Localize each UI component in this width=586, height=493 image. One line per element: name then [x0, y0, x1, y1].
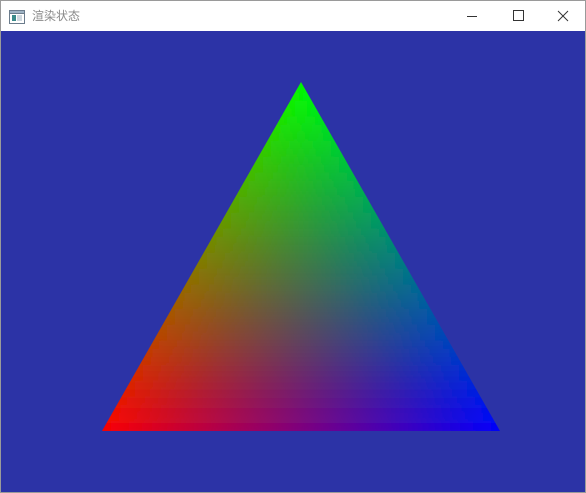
render-scene: [1, 31, 585, 492]
close-icon: [557, 10, 569, 22]
close-button[interactable]: [540, 1, 585, 31]
maximize-icon: [513, 10, 524, 21]
app-window: 渲染状态: [0, 0, 586, 493]
minimize-icon: [467, 16, 477, 17]
app-window-icon[interactable]: [9, 9, 25, 24]
window-title: 渲染状态: [32, 9, 81, 23]
render-viewport[interactable]: [1, 31, 585, 492]
title-bar[interactable]: 渲染状态: [1, 1, 585, 31]
minimize-button[interactable]: [449, 1, 495, 31]
maximize-button[interactable]: [495, 1, 541, 31]
